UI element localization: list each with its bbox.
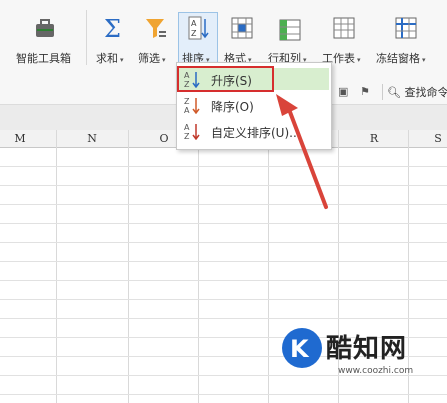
coozhi-watermark: K 酷知网 www.coozhi.com	[282, 324, 432, 384]
watermark-url: www.coozhi.com	[338, 366, 414, 376]
coozhi-logo-icon: K	[282, 328, 322, 368]
svg-text:K: K	[290, 335, 310, 363]
watermark-title: 酷知网	[326, 334, 408, 364]
